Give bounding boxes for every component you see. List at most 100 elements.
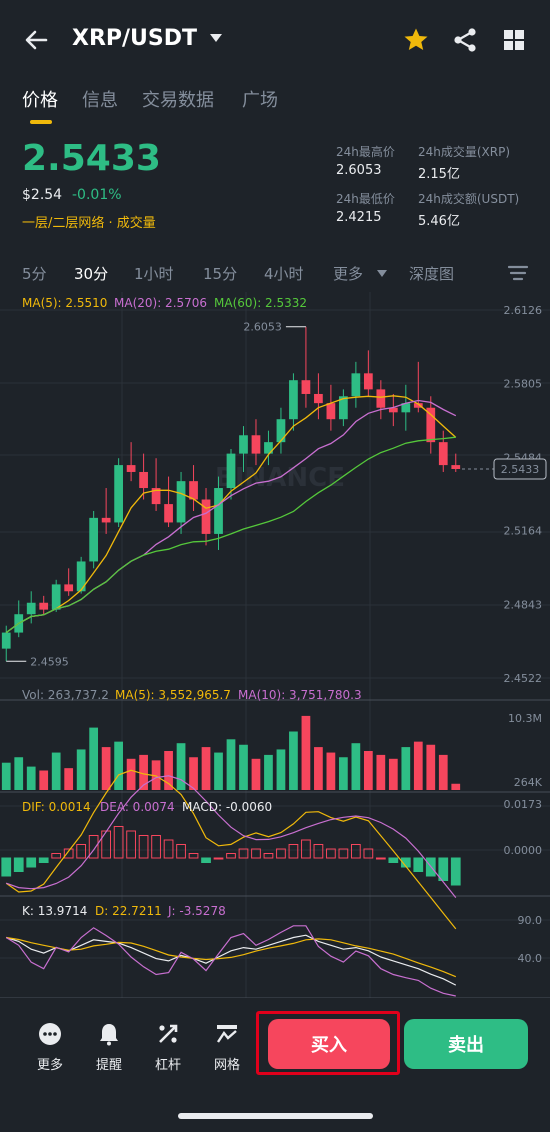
volume-bar xyxy=(376,754,386,790)
high-value: 2.6053 xyxy=(336,163,382,178)
price-change: -0.01% xyxy=(72,187,122,203)
volume-bar xyxy=(26,766,36,790)
macd-bar xyxy=(38,857,49,863)
volume-bar xyxy=(1,762,11,790)
back-arrow-icon[interactable] xyxy=(22,26,50,54)
candle-body xyxy=(39,602,49,610)
macd-bar xyxy=(350,844,361,859)
interval-30m[interactable]: 30分 xyxy=(74,263,108,284)
macd-bar xyxy=(151,835,161,859)
high-label: 24h最高价 xyxy=(336,145,395,159)
dea-legend: DEA: 0.0074 xyxy=(100,800,175,814)
volume-bar xyxy=(126,758,136,790)
interval-15m[interactable]: 15分 xyxy=(203,263,237,284)
share-icon[interactable] xyxy=(453,27,477,53)
macd-bar xyxy=(413,857,424,872)
vol-ma5-legend: MA(5): 3,552,965.7 xyxy=(115,688,231,702)
interval-more[interactable]: 更多 xyxy=(333,263,363,284)
volume-bar xyxy=(413,741,423,790)
leverage-button[interactable]: 杠杆 xyxy=(146,1022,190,1073)
tab-trade-data[interactable]: 交易数据 xyxy=(142,86,214,112)
interval-4h[interactable]: 4小时 xyxy=(264,263,304,284)
star-icon[interactable] xyxy=(403,27,429,53)
interval-5m[interactable]: 5分 xyxy=(22,263,47,284)
chart-settings-icon[interactable] xyxy=(507,264,529,282)
grid-trading-button[interactable]: 网格 xyxy=(205,1022,249,1073)
candle-body xyxy=(289,380,298,420)
vol-ma10-legend: MA(10): 3,751,780.3 xyxy=(238,688,362,702)
macd-bar xyxy=(13,857,24,872)
volume-bar xyxy=(251,758,261,790)
candle-body xyxy=(251,435,261,454)
grid-trading-label: 网格 xyxy=(213,1058,240,1073)
interval-depth[interactable]: 深度图 xyxy=(409,263,454,284)
chevron-down-icon[interactable] xyxy=(377,270,387,277)
chevron-down-icon[interactable] xyxy=(210,34,222,42)
high-marker-label: 2.6053 xyxy=(243,321,282,334)
volume-bar xyxy=(326,752,336,790)
candle-body xyxy=(451,465,461,469)
macd-bar xyxy=(138,835,149,859)
home-indicator xyxy=(178,1113,373,1119)
candle-body xyxy=(426,407,436,443)
ma60-legend: MA(60): 2.5332 xyxy=(214,296,308,310)
macd-bar xyxy=(176,844,186,859)
volume-bar xyxy=(89,727,99,790)
ma5-line xyxy=(5,395,457,634)
volume-bars-group: 10.3M 264K xyxy=(1,712,543,790)
grid-icon[interactable] xyxy=(503,29,525,51)
macd-bar xyxy=(201,857,211,863)
volume-bar xyxy=(363,751,373,790)
j-line xyxy=(5,925,456,997)
ma20-line xyxy=(5,399,457,634)
vol-legend: Vol: 263,737.2 xyxy=(22,688,109,702)
vol-xrp-value: 2.15亿 xyxy=(418,167,460,182)
candle-body xyxy=(1,632,11,649)
candle-body xyxy=(64,584,74,592)
macd-bar xyxy=(51,853,62,859)
candle-body xyxy=(114,465,123,523)
volume-bar xyxy=(451,783,461,790)
macd-bar xyxy=(301,839,311,859)
d-legend: D: 22.7211 xyxy=(95,904,162,918)
candle-body xyxy=(101,517,111,523)
macd-bar xyxy=(163,839,174,859)
volume-bar xyxy=(276,749,286,790)
volume-bar xyxy=(339,757,348,790)
candle-body xyxy=(376,389,386,408)
alert-button[interactable]: 提醒 xyxy=(87,1022,131,1073)
candle-body xyxy=(176,481,186,523)
vol-usdt-label: 24h成交额(USDT) xyxy=(418,192,520,206)
tab-price[interactable]: 价格 xyxy=(22,86,58,112)
sell-button[interactable]: 卖出 xyxy=(404,1019,528,1069)
candle-body xyxy=(189,481,198,500)
vol-usdt-value: 5.46亿 xyxy=(418,214,460,229)
tab-underline xyxy=(30,120,52,124)
tab-info[interactable]: 信息 xyxy=(82,86,118,112)
macd-bar xyxy=(213,857,224,860)
volume-bar xyxy=(76,749,86,790)
volume-bar xyxy=(101,747,111,790)
candle-body xyxy=(126,465,136,472)
grid-trading-icon xyxy=(217,1025,237,1043)
category-tags[interactable]: 一层/二层网络 · 成交量 xyxy=(22,212,156,231)
k-line xyxy=(6,934,457,986)
price-axis-label: 2.5805 xyxy=(504,378,543,391)
tab-square[interactable]: 广场 xyxy=(242,86,278,112)
price-axis-label: 2.6126 xyxy=(504,304,543,317)
volume-bar xyxy=(314,747,323,790)
volume-bar xyxy=(351,743,361,790)
volume-bar xyxy=(388,758,398,790)
candle-body xyxy=(276,419,286,443)
kline-chart[interactable]: BINANCE 2.61262.58052.54842.51642.48432.… xyxy=(0,292,550,998)
pair-title[interactable]: XRP/USDT xyxy=(72,26,197,51)
interval-1h[interactable]: 1小时 xyxy=(134,263,174,284)
macd-bar xyxy=(288,844,299,859)
macd-legend: MACD: -0.0060 xyxy=(182,800,273,814)
macd-bar xyxy=(26,857,37,868)
macd-bar xyxy=(188,853,199,859)
volume-bar xyxy=(301,715,311,790)
more-icon xyxy=(39,1023,61,1045)
more-button[interactable]: 更多 xyxy=(28,1022,72,1073)
low-label: 24h最低价 xyxy=(336,192,395,206)
